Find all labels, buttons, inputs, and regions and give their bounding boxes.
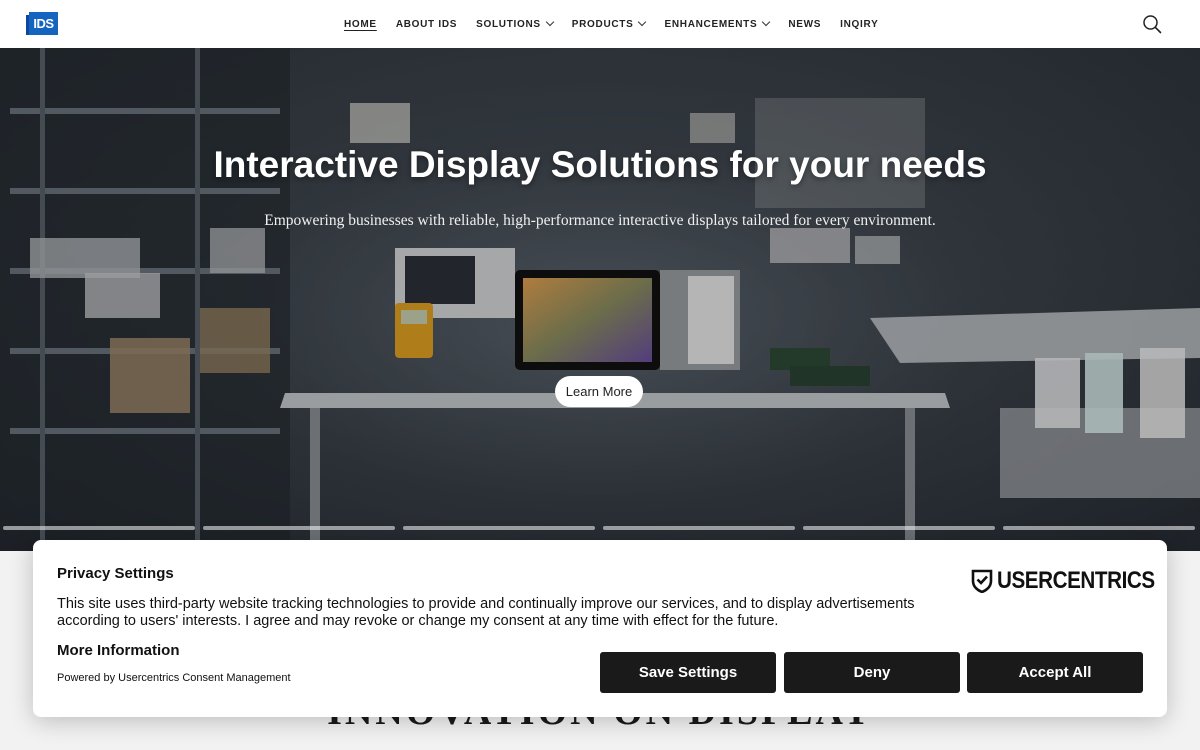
nav-about[interactable]: ABOUT IDS (396, 19, 457, 30)
nav-solutions[interactable]: SOLUTIONS (476, 17, 555, 30)
site-header: IDS HOME ABOUT IDS SOLUTIONS PRODUCTS EN… (0, 0, 1200, 48)
chevron-down-icon (545, 17, 555, 27)
ids-logo[interactable]: IDS (26, 12, 58, 35)
slide-indicator-2[interactable] (203, 526, 395, 530)
powered-by-text: Powered by Usercentrics Consent Manageme… (57, 672, 291, 684)
chevron-down-icon (762, 17, 771, 27)
slide-indicator-3[interactable] (403, 526, 595, 530)
accept-all-button[interactable]: Accept All (967, 652, 1143, 693)
deny-button[interactable]: Deny (784, 652, 960, 693)
slide-indicator-6[interactable] (1003, 526, 1195, 530)
hero-banner: Interactive Display Solutions for your n… (0, 48, 1200, 551)
nav-news[interactable]: NEWS (788, 19, 821, 30)
search-icon[interactable] (1142, 14, 1162, 34)
main-nav: HOME ABOUT IDS SOLUTIONS PRODUCTS ENHANC… (344, 0, 878, 48)
save-settings-button[interactable]: Save Settings (600, 652, 776, 693)
slide-indicator-4[interactable] (603, 526, 795, 530)
chevron-down-icon (638, 17, 647, 27)
more-information-link[interactable]: More Information (57, 642, 180, 659)
shield-check-icon (971, 569, 993, 593)
consent-text: This site uses third-party website track… (57, 596, 915, 629)
learn-more-button[interactable]: Learn More (555, 376, 643, 407)
slide-indicator-5[interactable] (803, 526, 995, 530)
hero-subtitle: Empowering businesses with reliable, hig… (264, 212, 936, 229)
nav-products[interactable]: PRODUCTS (572, 17, 647, 30)
nav-inquiry[interactable]: INQIRY (840, 19, 878, 30)
hero-title: Interactive Display Solutions for your n… (213, 144, 987, 185)
nav-home[interactable]: HOME (344, 19, 377, 30)
nav-enhancements[interactable]: ENHANCEMENTS (664, 17, 771, 30)
slide-indicator-1[interactable] (3, 526, 195, 530)
usercentrics-logo: USERCENTRICS (971, 567, 1180, 595)
slide-indicators (3, 526, 1195, 530)
consent-title: Privacy Settings (57, 565, 174, 582)
privacy-consent-banner: Privacy Settings This site uses third-pa… (33, 540, 1167, 717)
hero-lab-image (0, 48, 1200, 551)
